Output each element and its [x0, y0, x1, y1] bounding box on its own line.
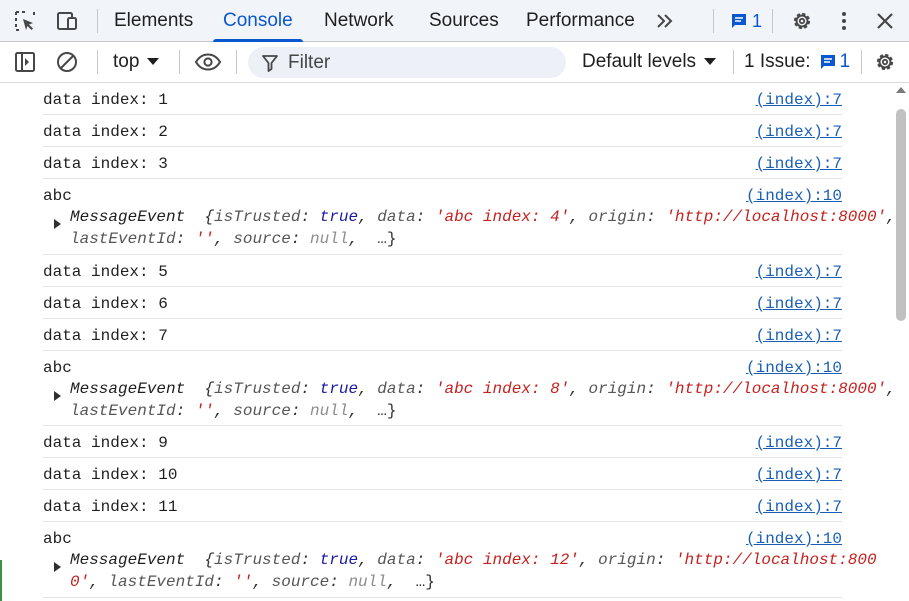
issues-count-badge: 1 — [819, 42, 851, 82]
issues-label: 1 Issue: — [744, 51, 811, 72]
window-edge-strip — [0, 560, 2, 601]
console-toolbar: top Default levels 1 Issue: 1 — [0, 42, 909, 83]
message-text: abc — [43, 187, 72, 205]
console-message: data index: 1 (index):7 — [43, 83, 842, 115]
message-text: abc — [43, 359, 72, 377]
tab-console[interactable]: Console — [213, 0, 303, 42]
dropdown-arrow-icon — [704, 58, 717, 65]
context-label: top — [113, 51, 140, 72]
object-preview-line-1[interactable]: MessageEvent {isTrusted: true, data: 'ab… — [70, 208, 892, 226]
source-link[interactable]: (index):7 — [756, 263, 842, 281]
show-sidebar-icon[interactable] — [12, 49, 38, 75]
object-preview-line-2[interactable]: lastEventId: '', source: null, …} — [70, 230, 396, 248]
source-link[interactable]: (index):7 — [756, 123, 842, 141]
devtools-tab-bar: Elements Console Network Sources Perform… — [0, 0, 909, 42]
kebab-menu-icon[interactable] — [831, 8, 857, 34]
source-link[interactable]: (index):7 — [756, 91, 842, 109]
console-message: data index: 10 (index):7 — [43, 458, 842, 490]
tab-performance[interactable]: Performance — [526, 0, 635, 41]
toolbar-divider — [861, 50, 862, 74]
log-levels-dropdown[interactable]: Default levels — [582, 42, 717, 82]
close-icon[interactable] — [872, 8, 898, 34]
console-message: data index: 2 (index):7 — [43, 115, 842, 147]
console-settings-gear-icon[interactable] — [872, 49, 898, 75]
tab-network[interactable]: Network — [324, 0, 394, 41]
filter-input[interactable] — [288, 51, 528, 74]
message-text: data index: 2 — [43, 123, 168, 141]
issues-counter[interactable]: 1 Issue: 1 — [744, 42, 850, 82]
messages-icon — [732, 14, 746, 28]
message-text: data index: 6 — [43, 295, 168, 313]
console-message-object: abc (index):10 MessageEvent {isTrusted: … — [43, 351, 892, 426]
expand-triangle-icon[interactable] — [54, 562, 61, 572]
messages-count: 1 — [752, 10, 763, 31]
toolbar-divider — [97, 50, 98, 74]
source-link[interactable]: (index):7 — [756, 155, 842, 173]
context-selector[interactable]: top — [113, 42, 160, 82]
object-preview-line-1[interactable]: MessageEvent {isTrusted: true, data: 'ab… — [70, 551, 877, 569]
live-expression-eye-icon[interactable] — [195, 49, 221, 75]
console-message: data index: 6 (index):7 — [43, 287, 842, 319]
console-message: data index: 5 (index):7 — [43, 255, 842, 287]
expand-triangle-icon[interactable] — [54, 391, 61, 401]
message-text: data index: 3 — [43, 155, 168, 173]
toolbar-divider — [179, 50, 180, 74]
log-levels-label: Default levels — [582, 51, 697, 72]
filter-box[interactable] — [248, 47, 566, 78]
toolbar-divider — [772, 9, 773, 33]
issues-count: 1 — [839, 51, 851, 72]
source-link[interactable]: (index):7 — [756, 498, 842, 516]
source-link[interactable]: (index):10 — [746, 359, 842, 377]
console-scrollbar[interactable] — [892, 83, 909, 601]
console-messages: data index: 1 (index):7 data index: 2 (i… — [0, 83, 892, 601]
message-text: data index: 5 — [43, 263, 168, 281]
more-tabs-icon[interactable] — [652, 8, 678, 34]
console-message: data index: 9 (index):7 — [43, 426, 842, 458]
console-message-object: abc (index):10 MessageEvent {isTrusted: … — [43, 179, 892, 255]
messages-badge[interactable]: 1 — [730, 9, 762, 33]
message-text: data index: 11 — [43, 498, 178, 516]
source-link[interactable]: (index):7 — [756, 295, 842, 313]
inspect-element-icon[interactable] — [12, 8, 38, 34]
message-text: data index: 9 — [43, 434, 168, 452]
source-link[interactable]: (index):7 — [756, 434, 842, 452]
console-message: data index: 7 (index):7 — [43, 319, 842, 351]
scrollbar-thumb[interactable] — [896, 109, 906, 321]
device-toolbar-icon[interactable] — [54, 8, 80, 34]
toolbar-divider — [713, 9, 714, 33]
message-text: data index: 1 — [43, 91, 168, 109]
expand-triangle-icon[interactable] — [54, 219, 61, 229]
scroll-up-arrow-icon[interactable] — [896, 87, 906, 93]
object-preview-line-2[interactable]: lastEventId: '', source: null, …} — [70, 402, 396, 420]
clear-console-icon[interactable] — [54, 49, 80, 75]
settings-gear-icon[interactable] — [789, 8, 815, 34]
toolbar-divider — [97, 9, 98, 33]
source-link[interactable]: (index):7 — [756, 466, 842, 484]
toolbar-divider — [236, 50, 237, 74]
source-link[interactable]: (index):10 — [746, 187, 842, 205]
toolbar-divider — [733, 50, 734, 74]
message-text: data index: 7 — [43, 327, 168, 345]
issue-message-icon — [820, 55, 835, 69]
object-preview-line-2[interactable]: 0', lastEventId: '', source: null, …} — [70, 573, 435, 591]
message-text: data index: 10 — [43, 466, 178, 484]
source-link[interactable]: (index):10 — [746, 530, 842, 548]
tab-elements[interactable]: Elements — [114, 0, 193, 41]
console-message-object: abc (index):10 MessageEvent {isTrusted: … — [43, 522, 877, 598]
source-link[interactable]: (index):7 — [756, 327, 842, 345]
console-message: data index: 3 (index):7 — [43, 147, 842, 179]
object-preview-line-1[interactable]: MessageEvent {isTrusted: true, data: 'ab… — [70, 380, 892, 398]
message-text: abc — [43, 530, 72, 548]
dropdown-arrow-icon — [147, 58, 160, 65]
console-message: data index: 11 (index):7 — [43, 490, 842, 522]
filter-funnel-icon — [262, 54, 278, 72]
tab-sources[interactable]: Sources — [429, 0, 499, 41]
